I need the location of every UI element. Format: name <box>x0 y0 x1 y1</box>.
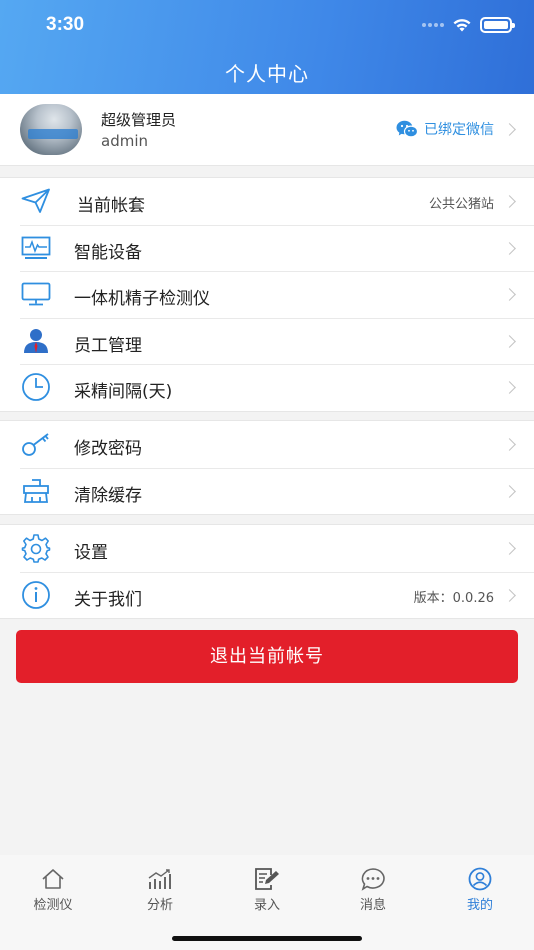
profile-card[interactable]: 超级管理员 admin 已绑定微信 <box>0 94 534 166</box>
wechat-icon <box>396 120 418 138</box>
profile-username: admin <box>101 132 148 150</box>
tab-detector[interactable]: 检测仪 <box>8 865 98 913</box>
menu-item-label: 采精间隔(天) <box>74 382 173 402</box>
paper-plane-icon <box>20 186 52 216</box>
wechat-binding[interactable]: 已绑定微信 <box>396 119 494 139</box>
chevron-right-icon <box>503 334 516 348</box>
tab-label: 录入 <box>253 898 280 913</box>
clock-icon <box>20 372 52 402</box>
logout-button[interactable]: 退出当前帐号 <box>16 630 518 683</box>
menu-group-system: 设置 关于我们 版本：0.0.26 <box>0 524 534 619</box>
menu-item-label: 修改密码 <box>74 439 142 459</box>
menu-item-about-us[interactable]: 关于我们 版本：0.0.26 <box>0 571 534 619</box>
menu-item-sperm-analyzer[interactable]: 一体机精子检测仪 <box>0 271 534 318</box>
chat-icon <box>328 865 418 893</box>
home-icon <box>8 865 98 893</box>
desktop-icon <box>20 279 52 309</box>
tab-mine[interactable]: 我的 <box>435 865 525 913</box>
avatar[interactable] <box>20 104 82 155</box>
chevron-right-icon <box>503 542 516 555</box>
key-icon <box>20 429 52 459</box>
menu-item-value: 公共公猪站 <box>428 197 494 212</box>
chart-icon <box>115 865 205 893</box>
app-header: 3:30 个人中心 <box>0 0 534 94</box>
chevron-right-icon <box>503 484 516 498</box>
chevron-right-icon <box>503 241 516 255</box>
menu-item-label: 关于我们 <box>74 589 142 610</box>
info-icon <box>20 580 52 610</box>
chevron-right-icon <box>503 195 516 208</box>
menu-item-label: 设置 <box>74 543 108 563</box>
menu-item-label: 智能设备 <box>74 242 142 263</box>
battery-icon <box>480 17 515 33</box>
signal-icon <box>422 23 444 27</box>
menu-item-label: 当前帐套 <box>77 196 145 216</box>
status-time: 3:30 <box>46 14 85 35</box>
tab-analysis[interactable]: 分析 <box>115 865 205 913</box>
chevron-right-icon <box>503 288 516 301</box>
menu-item-smart-devices[interactable]: 智能设备 <box>0 224 534 272</box>
home-indicator <box>172 936 362 941</box>
profile-name: 超级管理员 <box>101 111 177 129</box>
tab-messages[interactable]: 消息 <box>328 865 418 913</box>
gear-icon <box>20 533 52 563</box>
monitor-wave-icon <box>20 233 52 263</box>
chevron-right-icon <box>503 588 516 602</box>
app-version: 版本：0.0.26 <box>413 590 494 606</box>
page-title: 个人中心 <box>225 62 309 86</box>
tab-label: 消息 <box>359 898 386 913</box>
menu-group-account: 当前帐套 公共公猪站 智能设备 一体机精子检测仪 员工管理 采精间隔(天) <box>0 177 534 412</box>
menu-item-label: 一体机精子检测仪 <box>74 289 210 309</box>
menu-group-security: 修改密码 清除缓存 <box>0 420 534 515</box>
status-icons <box>422 17 515 33</box>
chevron-right-icon <box>503 438 516 451</box>
tab-label: 我的 <box>466 898 493 913</box>
user-icon <box>435 865 525 893</box>
menu-item-current-account[interactable]: 当前帐套 公共公猪站 <box>0 178 534 225</box>
menu-item-collection-interval[interactable]: 采精间隔(天) <box>0 364 534 411</box>
tab-label: 检测仪 <box>33 898 73 913</box>
edit-icon <box>222 865 312 893</box>
tab-entry[interactable]: 录入 <box>222 865 312 913</box>
wechat-label: 已绑定微信 <box>424 122 494 138</box>
broom-icon <box>20 476 52 506</box>
menu-item-settings[interactable]: 设置 <box>0 525 534 572</box>
chevron-right-icon <box>503 381 516 394</box>
menu-item-change-password[interactable]: 修改密码 <box>0 421 534 468</box>
tab-label: 分析 <box>146 898 173 913</box>
wifi-icon <box>453 19 471 32</box>
menu-item-label: 员工管理 <box>74 335 142 356</box>
staff-icon <box>20 326 52 356</box>
menu-item-clear-cache[interactable]: 清除缓存 <box>0 467 534 515</box>
menu-item-staff-management[interactable]: 员工管理 <box>0 317 534 365</box>
chevron-right-icon <box>503 123 516 136</box>
menu-item-label: 清除缓存 <box>74 485 142 506</box>
